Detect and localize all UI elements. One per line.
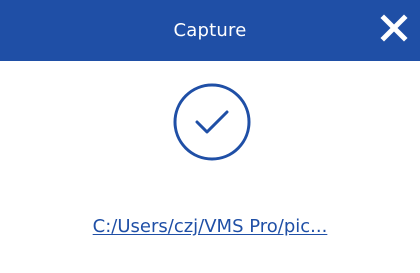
close-icon — [380, 14, 408, 42]
dialog-title: Capture — [173, 20, 247, 41]
saved-path-link[interactable]: C:/Users/czj/VMS Pro/pic... — [0, 216, 420, 237]
check-circle-icon — [173, 83, 251, 161]
capture-dialog: Capture C:/Users/czj/VMS Pro/pic... — [0, 0, 420, 273]
title-bar: Capture — [0, 0, 420, 61]
success-indicator — [172, 82, 252, 162]
close-button[interactable] — [376, 10, 412, 46]
